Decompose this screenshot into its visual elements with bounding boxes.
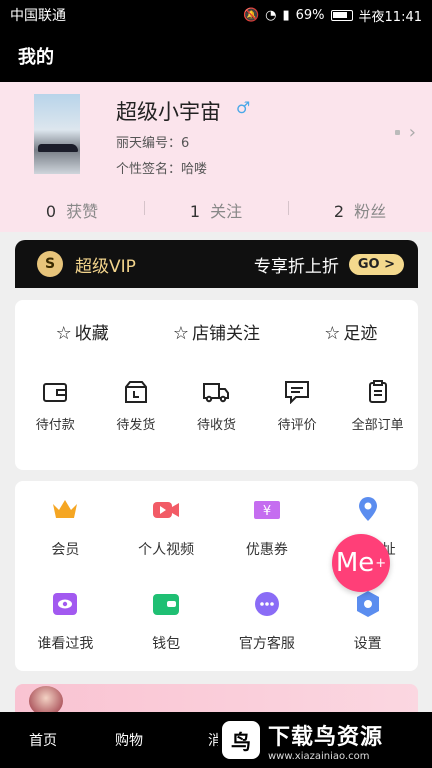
watermark-text: 下载鸟资源 www.xiazainiao.com	[268, 719, 383, 762]
fav-label: 足迹	[343, 323, 378, 344]
stat-label: 获赞	[66, 202, 99, 221]
avatar[interactable]	[34, 94, 80, 174]
watermark: 鸟 下载鸟资源 www.xiazainiao.com	[218, 712, 432, 768]
order-label: 全部订单	[351, 418, 404, 433]
comment-icon	[285, 381, 310, 404]
user-id: 丽天编号：6	[116, 136, 190, 151]
plus-icon: +	[375, 555, 387, 571]
service-visitors[interactable]: 谁看过我	[15, 589, 116, 683]
service-video[interactable]: 个人视频	[116, 495, 217, 589]
order-pending-review[interactable]: 待评价	[257, 380, 338, 433]
signal-icon: ▮	[282, 7, 290, 23]
vip-badge-icon: S	[37, 251, 63, 277]
mute-icon: 🔕	[242, 7, 260, 23]
vip-banner[interactable]: S 超级VIP 专享折上折 GO >	[15, 240, 418, 288]
order-pending-ship[interactable]: 待发货	[96, 380, 177, 433]
star-icon: ☆	[324, 322, 341, 344]
stat-label: 关注	[210, 202, 243, 221]
profile-section[interactable]: 超级小宇宙 ♂ 丽天编号：6 个性签名：哈喽 › 0 获赞 1 关注 2 粉丝	[0, 82, 432, 232]
me-label: Me	[335, 548, 375, 578]
battery-icon	[330, 9, 353, 21]
me-floating-button[interactable]: Me +	[332, 534, 390, 592]
service-label: 优惠券	[245, 542, 288, 558]
svg-text:¥: ¥	[263, 504, 271, 519]
stat-following[interactable]: 1 关注	[144, 198, 288, 222]
promo-banner[interactable]	[15, 684, 418, 714]
service-label: 设置	[353, 636, 382, 652]
location-icon	[358, 497, 377, 521]
clipboard-icon	[368, 380, 387, 403]
coupon-icon: ¥	[253, 501, 280, 519]
service-support[interactable]: 官方客服	[217, 589, 318, 683]
nickname: 超级小宇宙	[116, 100, 221, 124]
status-bar: 中国联通 🔕 ◔ ▮ 69% 半夜11:41	[0, 0, 432, 30]
signature: 个性签名：哈喽	[116, 162, 208, 177]
watermark-url: www.xiazainiao.com	[268, 750, 370, 762]
vip-label: 超级VIP	[75, 256, 136, 277]
header-bar: 我的	[0, 30, 432, 82]
crown-icon	[53, 500, 78, 518]
orders-card: ☆ 收藏 ☆ 店铺关注 ☆ 足迹 待付款 待发货 待收货 待评价 全部订单	[15, 300, 418, 470]
favorites-button[interactable]: ☆ 收藏	[15, 319, 149, 344]
package-icon	[124, 381, 147, 403]
service-label: 官方客服	[238, 636, 295, 652]
profile-stats: 0 获赞 1 关注 2 粉丝	[0, 198, 432, 222]
status-icons: 🔕 ◔ ▮ 69% 半夜11:41	[243, 6, 422, 25]
star-icon: ☆	[55, 322, 72, 344]
vip-go-button[interactable]: GO >	[348, 253, 404, 275]
service-wallet[interactable]: 钱包	[116, 589, 217, 683]
tab-shopping[interactable]: 购物	[86, 730, 172, 750]
service-label: 个人视频	[138, 542, 195, 558]
fav-label: 收藏	[74, 323, 109, 344]
chat-icon	[254, 592, 279, 616]
stat-fans[interactable]: 2 粉丝	[288, 198, 432, 222]
car-image	[38, 144, 78, 152]
settings-icon	[356, 591, 379, 617]
star-icon: ☆	[172, 322, 190, 344]
favorites-row: ☆ 收藏 ☆ 店铺关注 ☆ 足迹	[15, 300, 418, 362]
battery-percent: 69%	[295, 7, 325, 23]
store-follow-button[interactable]: ☆ 店铺关注	[149, 319, 283, 344]
stat-count: 2	[333, 202, 345, 221]
banner-avatar	[29, 686, 63, 714]
truck-icon	[203, 383, 230, 403]
order-label: 待评价	[277, 418, 317, 433]
order-all[interactable]: 全部订单	[337, 380, 418, 433]
chevron-right-icon[interactable]: ›	[409, 122, 416, 143]
stat-count: 1	[189, 202, 201, 221]
clock: 半夜11:41	[358, 9, 422, 25]
carrier-label: 中国联通	[10, 8, 66, 24]
video-icon	[153, 502, 180, 518]
order-label: 待发货	[116, 418, 156, 433]
wallet-card-icon	[153, 594, 180, 615]
order-pending-payment[interactable]: 待付款	[15, 380, 96, 433]
eye-icon	[53, 593, 78, 615]
service-coupon[interactable]: ¥ 优惠券	[217, 495, 318, 589]
wifi-icon: ◔	[265, 7, 277, 23]
wallet-icon	[43, 383, 68, 402]
stat-likes[interactable]: 0 获赞	[0, 198, 144, 222]
service-settings[interactable]: 设置	[317, 589, 418, 683]
watermark-title: 下载鸟资源	[268, 724, 384, 750]
order-label: 待收货	[196, 418, 236, 433]
stat-label: 粉丝	[354, 202, 387, 221]
tab-home[interactable]: 首页	[0, 730, 86, 750]
orders-row: 待付款 待发货 待收货 待评价 全部订单	[15, 380, 418, 433]
page-title: 我的	[18, 47, 54, 68]
fav-label: 店铺关注	[192, 323, 261, 344]
dot-indicator	[395, 130, 400, 135]
vip-discount: 专享折上折	[253, 256, 339, 277]
service-label: 会员	[51, 542, 80, 558]
male-icon: ♂	[236, 98, 251, 117]
order-pending-receive[interactable]: 待收货	[176, 380, 257, 433]
service-label: 谁看过我	[37, 636, 94, 652]
service-member[interactable]: 会员	[15, 495, 116, 589]
service-label: 钱包	[152, 636, 181, 652]
footprint-button[interactable]: ☆ 足迹	[284, 319, 418, 344]
bird-logo-icon: 鸟	[222, 721, 260, 759]
order-label: 待付款	[35, 418, 75, 433]
stat-count: 0	[45, 202, 57, 221]
